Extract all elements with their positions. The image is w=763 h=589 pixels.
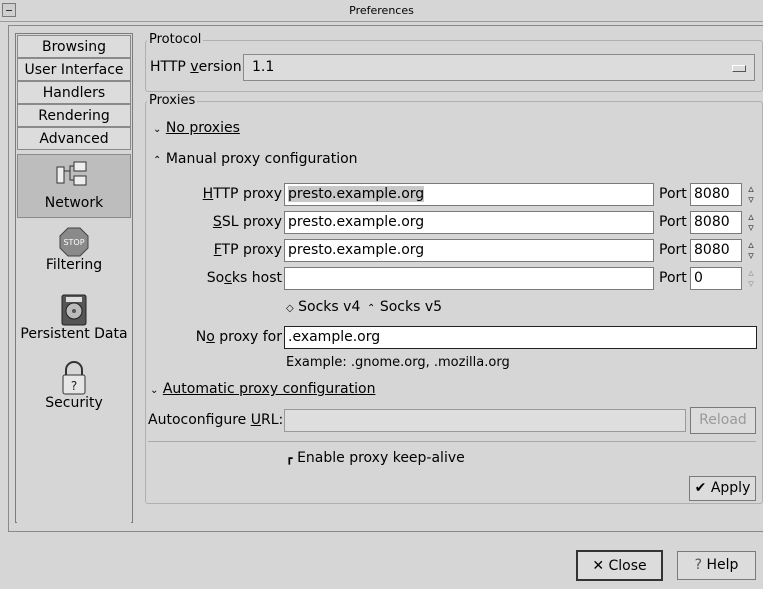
sidebar-item-label: Security [45,395,103,411]
autoconfig-url-input[interactable] [284,409,686,432]
sidebar-item-persistent-data[interactable]: Persistent Data [17,294,131,342]
socks-v5-radio[interactable]: ⌃ Socks v5 [367,299,442,315]
no-proxies-radio[interactable]: ⌄ No proxies [153,120,240,136]
close-icon: ✕ [592,558,605,574]
lock-icon: ? [59,361,89,395]
radio-off-icon: ⌄ [150,385,159,396]
help-label: Help [706,557,739,573]
help-button[interactable]: ? Help [677,551,756,580]
keepalive-label: Enable proxy keep-alive [297,450,465,466]
disk-icon [59,294,89,326]
http-port-input[interactable]: 8080 [690,183,742,206]
automatic-proxy-radio[interactable]: ⌄ Automatic proxy configuration [150,381,375,397]
manual-proxy-label: Manual proxy configuration [165,151,358,167]
port-label: Port [659,186,687,202]
protocol-legend: Protocol [147,32,204,47]
sidebar-item-label: Filtering [45,257,103,273]
sidebar-item-network[interactable]: Network [17,154,131,218]
apply-button[interactable]: ✔ Apply [689,476,756,501]
socks-port-spinner[interactable]: ▵ ▿ [744,267,758,290]
http-port-spinner[interactable]: ▵ ▿ [744,183,758,206]
window-title: Preferences [349,4,414,17]
ftp-port-input[interactable]: 8080 [690,239,742,262]
keepalive-checkbox[interactable]: ┏ Enable proxy keep-alive [286,450,465,466]
ssl-proxy-label: SSL proxy [212,214,282,230]
svg-text:STOP: STOP [63,238,84,247]
socks-port-input[interactable]: 0 [690,267,742,290]
sidebar-item-security[interactable]: ? Security [17,361,131,411]
checkbox-icon: ┏ [286,452,293,465]
port-label: Port [659,214,687,230]
help-icon: ? [694,557,703,573]
radio-off-icon: ◇ [286,303,294,314]
socks-host-input[interactable] [284,267,654,290]
sidebar-item-label: Persistent Data [20,326,128,342]
automatic-proxy-label: Automatic proxy configuration [162,381,376,397]
title-bar: Preferences [0,0,763,22]
autoconfig-url-label: Autoconfigure URL: [148,412,284,428]
close-label: Close [608,558,647,574]
socks-v4-label: Socks v4 [298,299,361,315]
no-proxy-example: Example: .gnome.org, .mozilla.org [286,355,510,370]
radio-on-icon: ⌃ [367,303,376,314]
sidebar: Browsing User Interface Handlers Renderi… [15,33,133,523]
advanced-category-list: Network STOP Filtering Persistent Data ?… [17,153,131,523]
socks-v4-radio[interactable]: ◇ Socks v4 [286,299,360,315]
ssl-proxy-input[interactable]: presto.example.org [284,211,654,234]
no-proxies-label: No proxies [165,120,240,136]
ssl-port-input[interactable]: 8080 [690,211,742,234]
sidebar-item-filtering[interactable]: STOP Filtering [17,227,131,273]
close-button[interactable]: ✕ Close [576,550,663,581]
socks-host-label: Socks host [206,270,282,286]
manual-proxy-radio[interactable]: ⌃ Manual proxy configuration [153,151,358,167]
separator [148,441,756,442]
http-version-value: 1.1 [252,59,275,75]
radio-on-icon: ⌃ [153,155,162,166]
svg-text:?: ? [71,379,77,393]
stop-icon: STOP [59,227,89,257]
proxies-legend: Proxies [147,93,198,108]
sidebar-tab-browsing[interactable]: Browsing [17,35,131,58]
http-proxy-input[interactable]: presto.example.org [284,183,654,206]
ftp-port-spinner[interactable]: ▵ ▿ [744,239,758,262]
http-proxy-label: HTTP proxy [202,186,282,202]
ftp-proxy-label: FTP proxy [213,242,282,258]
sidebar-item-label: Network [44,195,104,211]
ftp-proxy-input[interactable]: presto.example.org [284,239,654,262]
no-proxy-for-label: No proxy for [195,329,282,345]
socks-v5-label: Socks v5 [379,299,443,315]
checkmark-icon: ✔ [694,480,707,496]
reload-button[interactable]: Reload [690,407,756,434]
sidebar-tab-handlers[interactable]: Handlers [17,81,131,104]
ssl-port-spinner[interactable]: ▵ ▿ [744,211,758,234]
radio-off-icon: ⌄ [153,124,162,135]
apply-label: Apply [710,480,751,496]
network-icon [54,159,94,195]
http-version-select[interactable]: 1.1 [243,54,755,81]
sidebar-tab-advanced[interactable]: Advanced [17,127,131,150]
sidebar-tab-user-interface[interactable]: User Interface [17,58,131,81]
port-label: Port [659,242,687,258]
sidebar-tab-rendering[interactable]: Rendering [17,104,131,127]
port-label: Port [659,270,687,286]
no-proxy-for-input[interactable]: .example.org [284,326,757,349]
http-version-label: HTTP version [150,59,242,75]
dropdown-indicator-icon [732,65,746,72]
